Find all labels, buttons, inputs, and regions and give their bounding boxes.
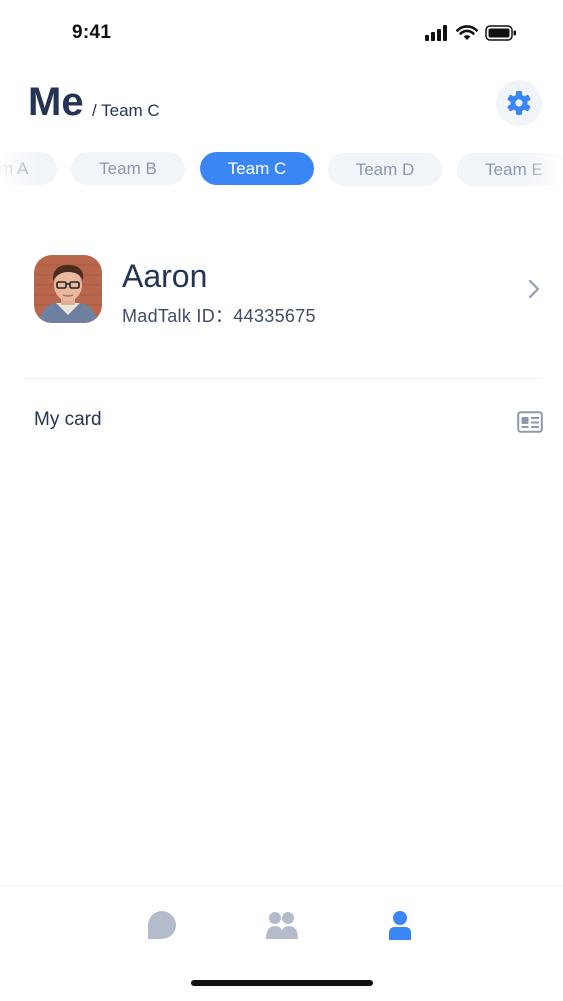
profile-id-value: 44335675 bbox=[233, 306, 316, 326]
chat-icon bbox=[148, 911, 176, 939]
nav-me[interactable] bbox=[382, 908, 418, 942]
team-tabs: Team A Team B Team C Team D Team E bbox=[0, 152, 563, 186]
status-time: 9:41 bbox=[72, 22, 112, 43]
contacts-icon bbox=[266, 912, 298, 939]
profile-id: MadTalk ID：44335675 bbox=[122, 302, 316, 328]
tab-team-d[interactable]: Team D bbox=[328, 153, 442, 186]
id-card-icon bbox=[517, 411, 543, 433]
page-title: Me bbox=[28, 80, 84, 124]
tab-team-c[interactable]: Team C bbox=[200, 152, 314, 185]
chevron-right-icon bbox=[528, 279, 540, 299]
wifi-icon bbox=[456, 25, 478, 40]
battery-icon bbox=[485, 25, 516, 41]
my-card-label: My card bbox=[34, 409, 102, 430]
profile-row[interactable]: Aaron MadTalk ID：44335675 bbox=[24, 240, 542, 340]
gear-icon bbox=[507, 91, 531, 115]
nav-contacts[interactable] bbox=[264, 908, 300, 942]
current-team-label: / Team C bbox=[92, 101, 160, 120]
settings-button[interactable] bbox=[496, 80, 542, 126]
home-indicator bbox=[191, 980, 373, 986]
profile-id-label: MadTalk ID： bbox=[122, 306, 234, 326]
nav-chat[interactable] bbox=[144, 908, 180, 942]
avatar bbox=[34, 255, 102, 323]
divider bbox=[24, 378, 541, 379]
tab-team-e[interactable]: Team E bbox=[457, 153, 563, 186]
tab-team-a[interactable]: Team A bbox=[0, 152, 57, 185]
status-icons bbox=[425, 25, 517, 41]
profile-name: Aaron bbox=[122, 258, 208, 294]
me-icon bbox=[389, 911, 411, 940]
tab-team-b[interactable]: Team B bbox=[71, 152, 185, 185]
my-card-row[interactable]: My card bbox=[24, 396, 543, 446]
cellular-signal-icon bbox=[425, 25, 447, 41]
